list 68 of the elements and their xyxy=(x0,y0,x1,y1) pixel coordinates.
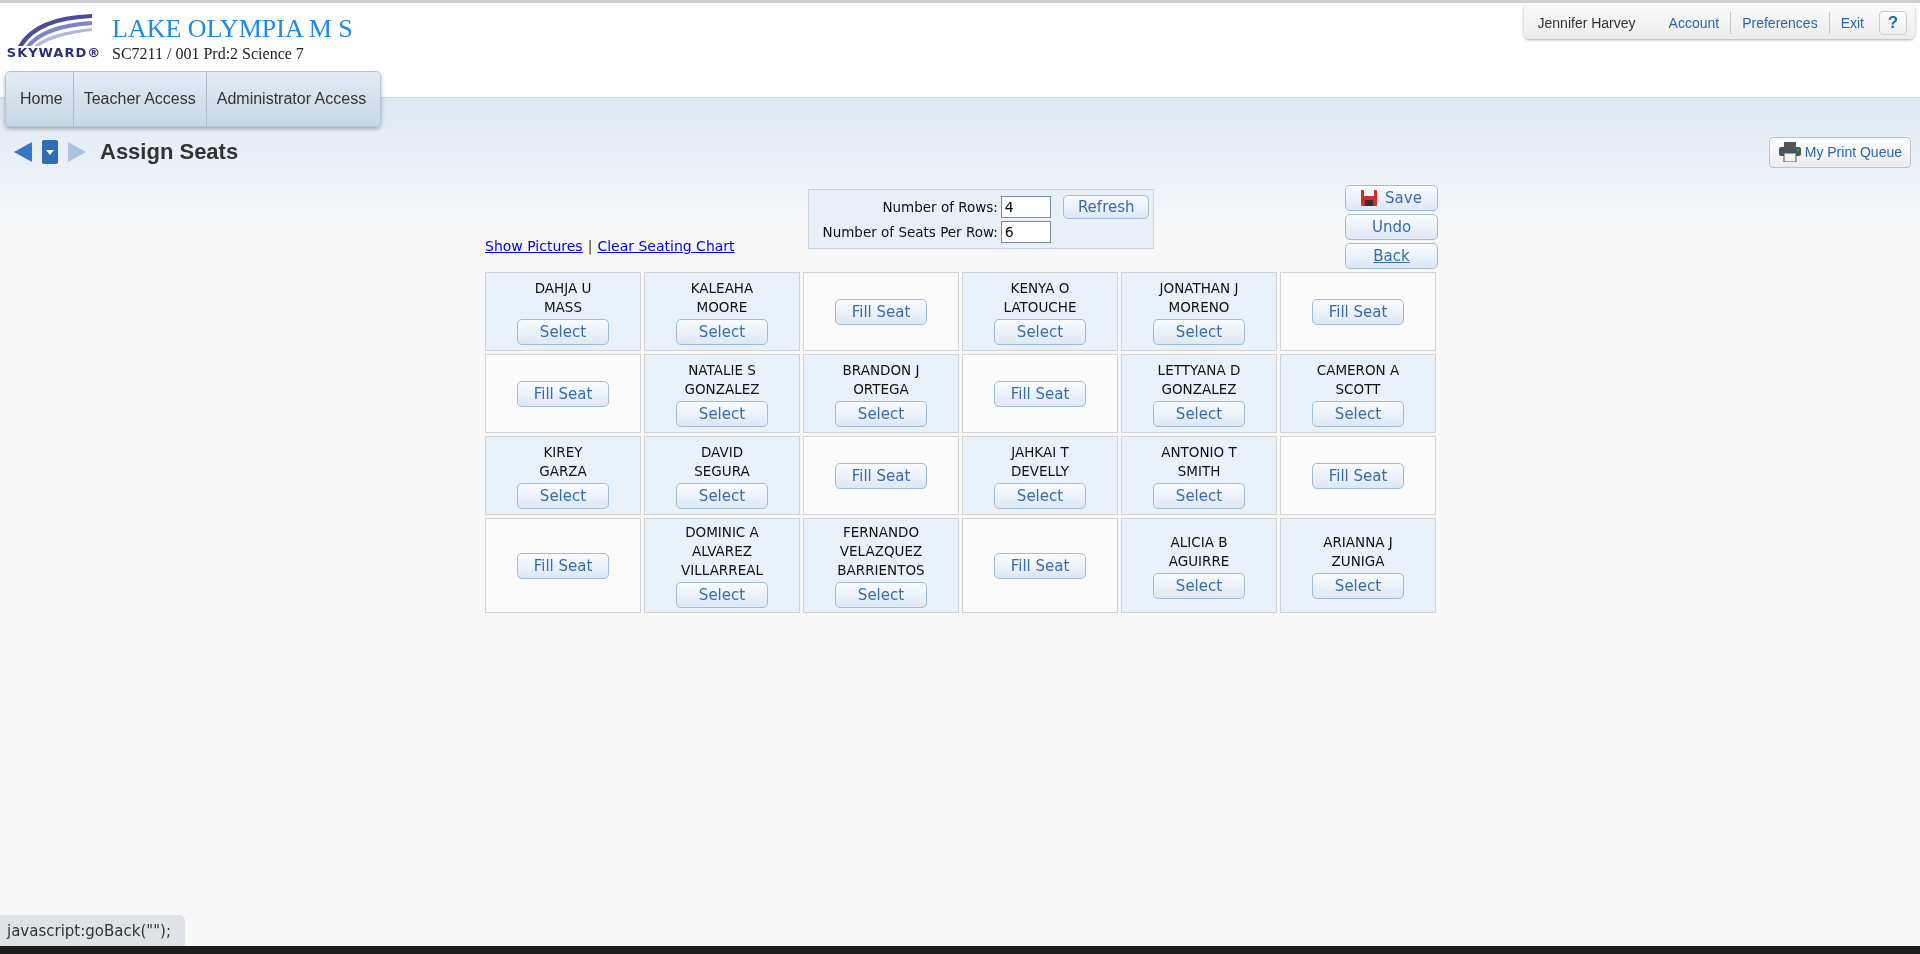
select-button[interactable]: Select xyxy=(676,582,768,608)
select-button[interactable]: Select xyxy=(994,482,1086,509)
select-button[interactable]: Select xyxy=(1153,482,1245,509)
printer-icon xyxy=(1777,142,1802,162)
menu-link[interactable]: Preferences xyxy=(1730,11,1829,34)
fill-seat-button[interactable]: Fill Seat xyxy=(835,462,927,489)
back-button[interactable]: Back xyxy=(1345,243,1438,269)
select-button[interactable]: Select xyxy=(1312,572,1404,599)
user-name: Jennifer Harvey xyxy=(1537,14,1636,31)
clear-seating-chart-link[interactable]: Clear Seating Chart xyxy=(597,238,735,254)
select-button[interactable]: Select xyxy=(1153,572,1245,599)
menu-link[interactable]: Account xyxy=(1657,11,1731,34)
student-name: JAHKAI T DEVELLY xyxy=(1010,442,1070,481)
rows-field[interactable]: 4 xyxy=(1000,196,1051,218)
status-url-text: javascript:goBack(""); xyxy=(0,915,185,946)
menu-link[interactable]: Exit xyxy=(1828,11,1875,34)
select-button[interactable]: Select xyxy=(835,400,927,427)
seats-per-row-field[interactable]: 6 xyxy=(1000,221,1051,243)
student-name: DAHJA U MASS xyxy=(534,278,592,317)
student-name: NATALIE S GONZALEZ xyxy=(684,360,760,399)
save-button[interactable]: Save xyxy=(1345,185,1438,211)
back-arrow-icon[interactable] xyxy=(12,141,34,163)
select-button[interactable]: Select xyxy=(1153,400,1245,427)
select-button[interactable]: Select xyxy=(835,582,927,608)
fill-seat-button[interactable]: Fill Seat xyxy=(835,298,927,325)
school-name: LAKE OLYMPIA M S xyxy=(112,15,353,43)
link-separator: | xyxy=(587,238,593,254)
student-name: KALEAHA MOORE xyxy=(690,278,754,317)
student-name: BRANDON J ORTEGA xyxy=(842,360,920,399)
select-button[interactable]: Select xyxy=(517,482,609,509)
student-name: ARIANNA J ZUNIGA xyxy=(1323,532,1393,571)
fill-seat-button[interactable]: Fill Seat xyxy=(994,380,1086,407)
student-name: CAMERON A SCOTT xyxy=(1316,360,1400,399)
undo-button[interactable]: Undo xyxy=(1345,214,1438,240)
fill-seat-button[interactable]: Fill Seat xyxy=(517,552,609,579)
select-button[interactable]: Select xyxy=(517,318,609,345)
print-queue-button[interactable]: My Print Queue xyxy=(1768,136,1911,168)
course-name: SC7211 / 001 Prd:2 Science 7 xyxy=(112,44,305,64)
dropdown-icon[interactable] xyxy=(42,140,58,164)
student-name: KENYA O LATOUCHE xyxy=(1003,278,1077,317)
nav-item[interactable]: Teacher Access xyxy=(72,72,206,126)
fill-seat-button[interactable]: Fill Seat xyxy=(517,380,609,407)
fill-seat-button[interactable]: Fill Seat xyxy=(1312,298,1404,325)
student-name: FERNANDO VELAZQUEZ BARRIENTOS xyxy=(837,523,925,580)
field-label: Number of Seats Per Row: xyxy=(821,224,998,240)
student-name: DOMINIC A ALVAREZ VILLARREAL xyxy=(681,523,763,580)
student-name: ANTONIO T SMITH xyxy=(1161,442,1237,481)
select-button[interactable]: Select xyxy=(1153,318,1245,345)
select-button[interactable]: Select xyxy=(676,318,768,345)
student-name: ALICIA B AGUIRRE xyxy=(1168,532,1230,571)
fill-seat-button[interactable]: Fill Seat xyxy=(1312,462,1404,489)
refresh-button[interactable]: Refresh xyxy=(1063,195,1149,219)
student-name: DAVID SEGURA xyxy=(694,442,750,481)
show-pictures-link[interactable]: Show Pictures xyxy=(485,238,583,254)
logo-text: SKYWARD® xyxy=(6,46,102,60)
student-name: JONATHAN J MORENO xyxy=(1159,278,1239,317)
nav-item[interactable]: Home xyxy=(10,72,73,126)
field-label: Number of Rows: xyxy=(881,199,998,215)
nav-item[interactable]: Administrator Access xyxy=(205,72,377,126)
student-name: KIREY GARZA xyxy=(539,442,587,481)
fill-seat-button[interactable]: Fill Seat xyxy=(994,552,1086,579)
select-button[interactable]: Select xyxy=(994,318,1086,345)
select-button[interactable]: Select xyxy=(676,482,768,509)
select-button[interactable]: Select xyxy=(1312,400,1404,427)
help-button[interactable]: ? xyxy=(1879,10,1907,35)
page-title: Assign Seats xyxy=(100,139,239,165)
student-name: LETTYANA D GONZALEZ xyxy=(1157,360,1241,399)
select-button[interactable]: Select xyxy=(676,400,768,427)
